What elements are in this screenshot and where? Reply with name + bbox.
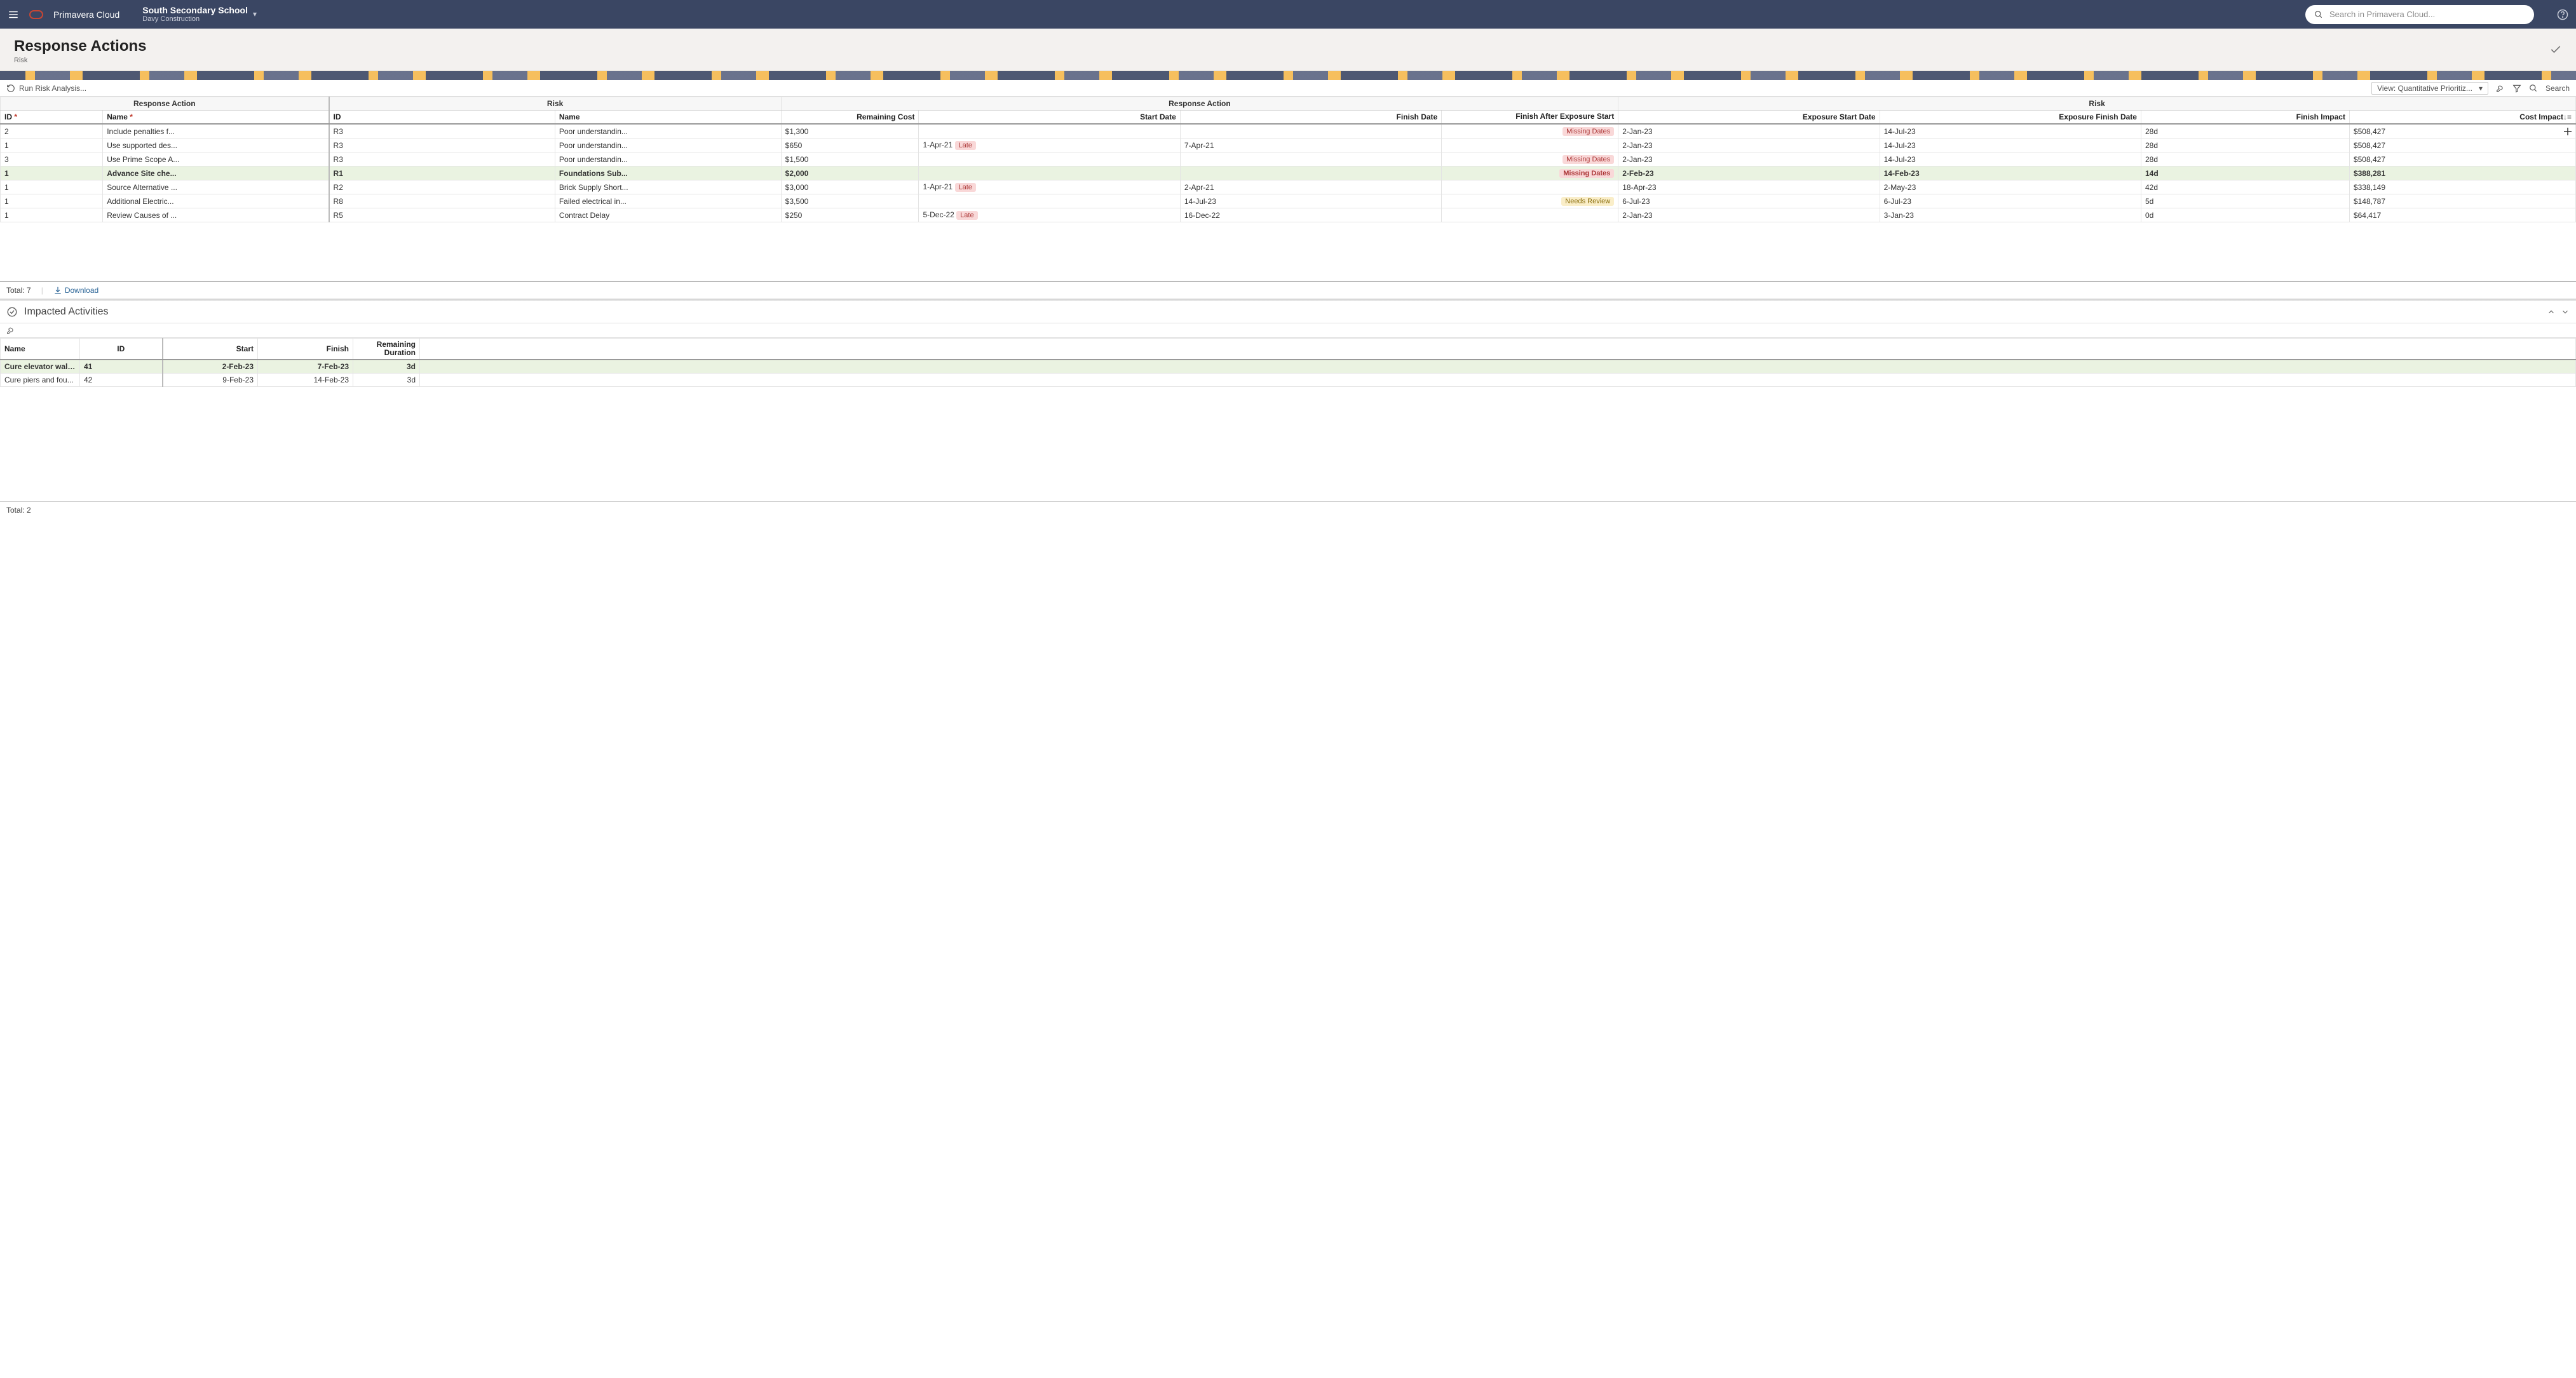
search-input[interactable] (2329, 10, 2525, 19)
sort-desc-icon: ↓≡ (2563, 112, 2572, 121)
col-header-name[interactable]: Name (103, 111, 329, 125)
table-row[interactable]: 2Include penalties f...R3Poor understand… (1, 124, 2576, 138)
col-header-start[interactable]: Start (163, 339, 258, 360)
detail-panel-header: Impacted Activities (0, 301, 2576, 323)
oracle-logo (29, 10, 43, 19)
table-row[interactable]: Cure elevator wall...412-Feb-237-Feb-233… (1, 360, 2576, 374)
check-icon[interactable] (2549, 43, 2562, 56)
run-risk-analysis-button[interactable]: Run Risk Analysis... (19, 84, 86, 93)
table-row[interactable]: 1Source Alternative ...R2Brick Supply Sh… (1, 180, 2576, 194)
column-header-row: ID Name ID Name Remaining Cost Start Dat… (1, 111, 2576, 125)
collapse-icon[interactable] (6, 306, 18, 318)
filter-icon[interactable] (2512, 84, 2521, 93)
view-selector[interactable]: View: Quantitative Prioritiz... ▾ (2371, 82, 2488, 95)
search-icon[interactable] (2529, 84, 2538, 93)
help-icon[interactable] (2557, 9, 2568, 20)
page-subtitle: Risk (14, 57, 2562, 64)
page-header: Response Actions Risk (0, 29, 2576, 71)
col-header-exp-finish[interactable]: Exposure Finish Date (1880, 111, 2141, 125)
context-switcher[interactable]: South Secondary School Davy Construction… (130, 5, 257, 24)
col-header-risk-name[interactable]: Name (555, 111, 781, 125)
group-header: Response Action (1, 97, 329, 111)
table-row[interactable]: 1Use supported des...R3Poor understandin… (1, 138, 2576, 152)
chevron-down-icon: ▾ (253, 10, 257, 18)
page-title: Response Actions (14, 37, 2562, 55)
col-header-rem-dur[interactable]: Remaining Duration (353, 339, 420, 360)
col-header-cost-impact[interactable]: Cost Impact ↓≡ (2349, 111, 2575, 125)
impacted-activities-grid: Name ID Start Finish Remaining Duration … (0, 338, 2576, 387)
col-header-finish[interactable]: Finish (258, 339, 353, 360)
group-header: Risk (1618, 97, 2576, 111)
search-icon (2314, 10, 2323, 19)
context-subtitle: Davy Construction (142, 15, 248, 24)
view-label: View: Quantitative Prioritiz... (2377, 84, 2472, 93)
grid-toolbar: Run Risk Analysis... View: Quantitative … (0, 80, 2576, 97)
detail-total-label: Total: 2 (6, 506, 31, 515)
group-header: Response Action (781, 97, 1618, 111)
group-header: Risk (329, 97, 782, 111)
detail-toolbar (0, 323, 2576, 338)
refresh-icon[interactable] (6, 84, 15, 93)
wrench-icon[interactable] (6, 326, 2570, 335)
top-nav: Primavera Cloud South Secondary School D… (0, 0, 2576, 29)
col-header-finish-after[interactable]: Finish After Exposure Start (1442, 111, 1618, 125)
group-header-row: Response Action Risk Response Action Ris… (1, 97, 2576, 111)
chevron-down-icon: ▾ (2479, 84, 2483, 93)
brand-label: Primavera Cloud (53, 10, 119, 20)
table-row[interactable]: 3Use Prime Scope A...R3Poor understandin… (1, 152, 2576, 166)
add-column-icon[interactable] (2562, 126, 2573, 137)
table-row[interactable]: 1Review Causes of ...R5Contract Delay$25… (1, 208, 2576, 222)
col-header-name[interactable]: Name (1, 339, 80, 360)
total-label: Total: 7 (6, 286, 31, 295)
col-header-id[interactable]: ID (1, 111, 103, 125)
decorative-banner (0, 71, 2576, 80)
table-row[interactable]: Cure piers and fou...429-Feb-2314-Feb-23… (1, 374, 2576, 387)
col-header-exp-start[interactable]: Exposure Start Date (1618, 111, 1880, 125)
download-button[interactable]: Download (53, 286, 98, 295)
col-header-risk-id[interactable]: ID (329, 111, 555, 125)
detail-title: Impacted Activities (24, 306, 109, 318)
context-title: South Secondary School (142, 5, 248, 16)
chevron-up-icon[interactable] (2547, 307, 2556, 316)
table-row[interactable]: 1Advance Site che...R1Foundations Sub...… (1, 166, 2576, 180)
global-search[interactable] (2305, 5, 2534, 24)
col-header-id[interactable]: ID (80, 339, 163, 360)
table-row[interactable]: 1Additional Electric...R8Failed electric… (1, 194, 2576, 208)
chevron-down-icon[interactable] (2561, 307, 2570, 316)
grid-footer: Total: 7 | Download (0, 281, 2576, 299)
col-header-fin-impact[interactable]: Finish Impact (2141, 111, 2349, 125)
col-header-start[interactable]: Start Date (919, 111, 1180, 125)
toolbar-search-label[interactable]: Search (2545, 84, 2570, 93)
col-header-finish[interactable]: Finish Date (1180, 111, 1441, 125)
col-header-rem-cost[interactable]: Remaining Cost (781, 111, 919, 125)
wrench-icon[interactable] (2496, 84, 2505, 93)
menu-icon[interactable] (8, 9, 19, 20)
response-actions-grid: Response Action Risk Response Action Ris… (0, 97, 2576, 281)
detail-footer: Total: 2 (0, 501, 2576, 518)
